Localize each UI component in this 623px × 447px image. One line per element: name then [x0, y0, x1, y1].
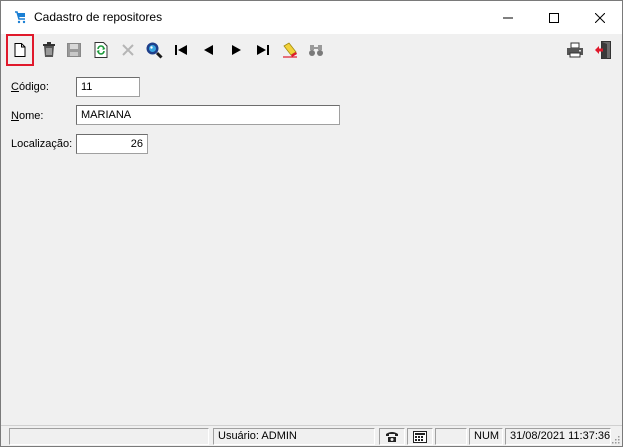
cancel-icon	[122, 44, 134, 56]
cancel-button[interactable]	[116, 38, 140, 62]
next-record-button[interactable]	[225, 38, 249, 62]
search-button[interactable]	[142, 38, 166, 62]
minimize-button[interactable]	[485, 1, 531, 34]
refresh-button[interactable]	[89, 38, 113, 62]
last-record-button[interactable]	[251, 38, 275, 62]
printer-icon	[567, 42, 583, 58]
status-num: NUM	[469, 428, 503, 445]
refresh-icon	[94, 42, 108, 58]
close-icon	[595, 12, 605, 23]
close-button[interactable]	[577, 1, 623, 34]
codigo-field[interactable]: 11	[76, 77, 140, 97]
maximize-icon	[549, 12, 559, 23]
main-window: Cadastro de repositores Código: 11 Nome:…	[0, 0, 623, 447]
status-datetime: 31/08/2021 11:37:36.	[505, 428, 611, 445]
trash-icon	[43, 42, 55, 57]
clear-filter-button[interactable]	[278, 38, 302, 62]
status-bar: Usuário: ADMIN NUM 31/08/2021 11:37:36.	[1, 425, 622, 446]
last-record-icon	[257, 45, 269, 55]
status-cell-blank	[435, 428, 467, 445]
title-bar: Cadastro de repositores	[1, 1, 622, 34]
first-record-icon	[175, 45, 187, 55]
localizacao-label: Localização:	[11, 138, 73, 150]
nome-label: Nome:	[11, 110, 44, 122]
toolbar	[1, 34, 622, 70]
localizacao-field[interactable]: 26	[76, 134, 148, 154]
new-document-icon	[14, 43, 26, 57]
window-title: Cadastro de repositores	[34, 10, 163, 24]
status-user: Usuário: ADMIN	[213, 428, 375, 445]
first-record-button[interactable]	[169, 38, 193, 62]
exit-button[interactable]	[592, 38, 616, 62]
previous-record-button[interactable]	[196, 38, 220, 62]
eraser-icon	[283, 42, 297, 58]
previous-record-icon	[204, 45, 213, 55]
resize-grip-icon[interactable]	[610, 434, 620, 444]
codigo-label: Código:	[11, 81, 49, 93]
status-cell-empty	[9, 428, 209, 445]
cart-app-icon	[15, 11, 26, 24]
search-icon	[146, 42, 163, 59]
status-calc[interactable]	[407, 428, 433, 445]
binoculars-icon	[309, 45, 323, 56]
new-button[interactable]	[6, 34, 34, 66]
next-record-icon	[232, 45, 241, 55]
maximize-button[interactable]	[531, 1, 577, 34]
print-button[interactable]	[563, 38, 587, 62]
save-button[interactable]	[62, 38, 86, 62]
minimize-icon	[503, 17, 513, 18]
save-icon	[67, 43, 81, 57]
status-phone[interactable]	[379, 428, 405, 445]
exit-door-icon	[595, 41, 611, 59]
telephone-icon	[386, 431, 398, 442]
nome-field[interactable]: MARIANA	[76, 105, 340, 125]
calculator-icon	[413, 430, 427, 443]
find-button[interactable]	[304, 38, 328, 62]
delete-button[interactable]	[37, 38, 61, 62]
